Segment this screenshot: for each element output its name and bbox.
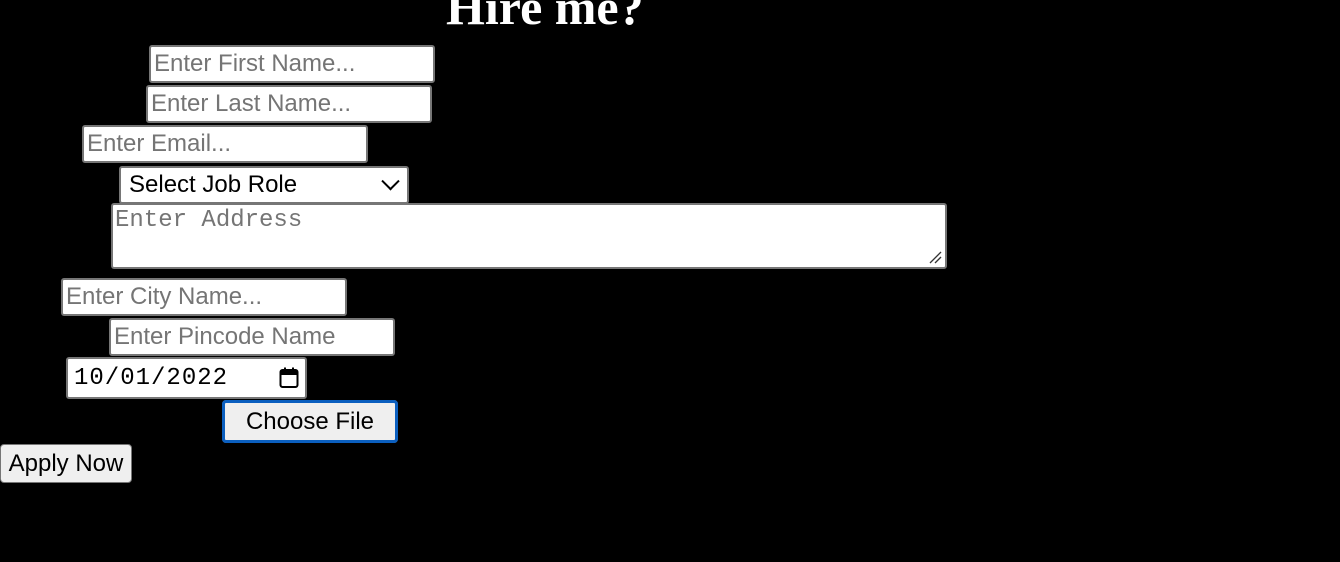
apply-now-button[interactable]: Apply Now xyxy=(0,444,132,483)
chevron-down-icon xyxy=(381,171,400,190)
address-textarea[interactable] xyxy=(111,203,947,269)
pincode-input[interactable] xyxy=(109,318,395,356)
email-input[interactable] xyxy=(82,125,368,163)
city-input[interactable] xyxy=(61,278,347,316)
date-input[interactable]: 10/01/2022 xyxy=(66,357,307,399)
page-title: Hire me? xyxy=(446,0,644,35)
first-name-input[interactable] xyxy=(149,45,435,83)
calendar-icon[interactable] xyxy=(279,367,299,389)
last-name-input[interactable] xyxy=(146,85,432,123)
job-role-selected-value: Select Job Role xyxy=(129,171,298,198)
choose-file-button[interactable]: Choose File xyxy=(222,400,398,443)
job-role-select[interactable]: Select Job Role xyxy=(119,166,409,204)
date-value: 10/01/2022 xyxy=(74,364,229,392)
